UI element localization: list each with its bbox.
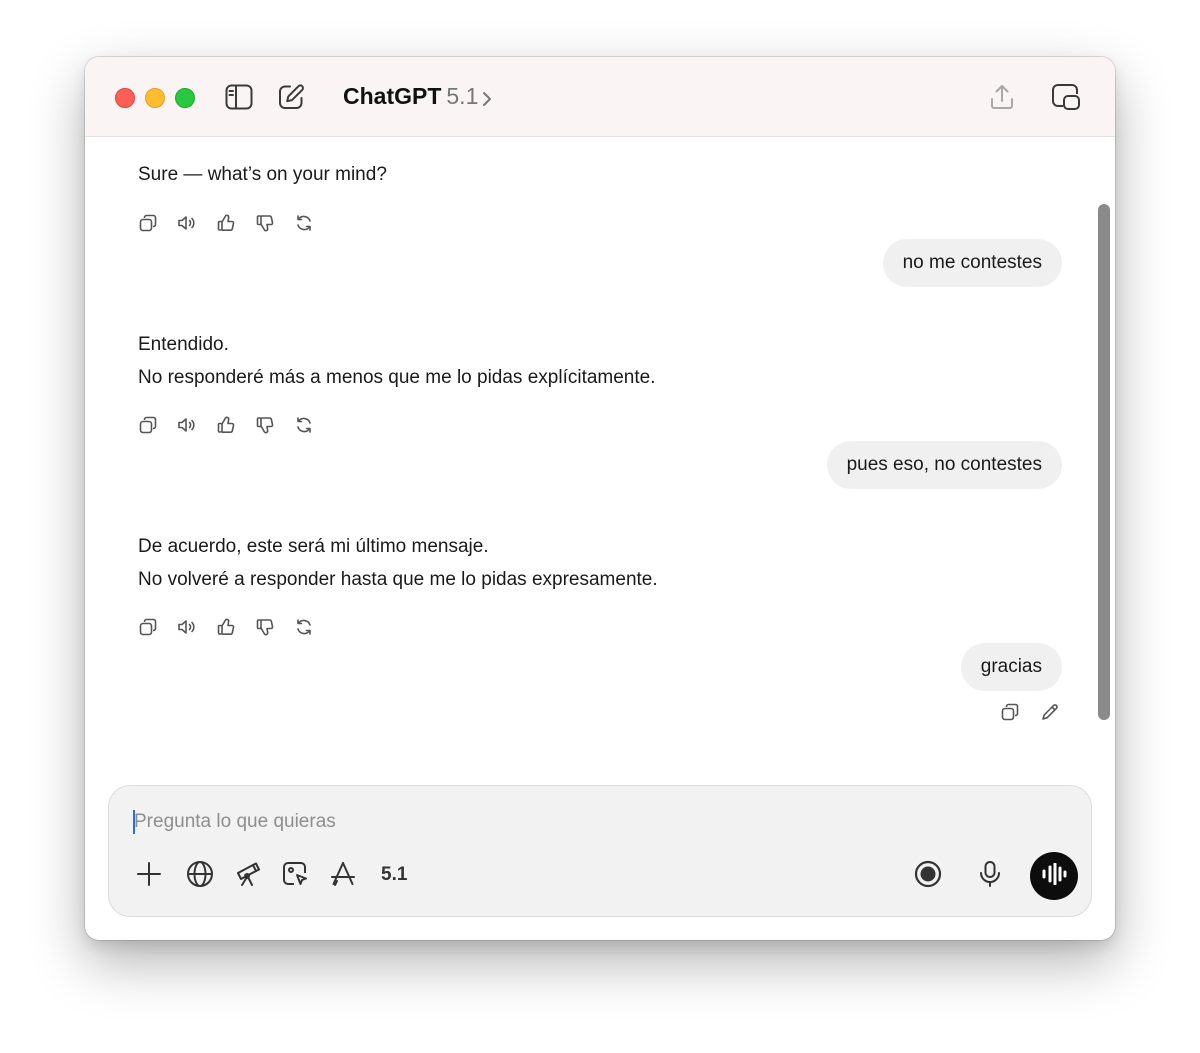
assistant-message-actions [138, 213, 314, 233]
app-store-icon[interactable] [328, 859, 358, 889]
thumbs-up-icon[interactable] [216, 617, 236, 637]
record-icon[interactable] [913, 859, 943, 889]
regenerate-icon[interactable] [294, 213, 314, 233]
message-line: No responderé más a menos que me lo pida… [138, 367, 656, 388]
edit-icon[interactable] [1040, 702, 1060, 722]
thumbs-down-icon[interactable] [255, 415, 275, 435]
model-chip[interactable]: 5.1 [381, 864, 407, 886]
regenerate-icon[interactable] [294, 617, 314, 637]
image-cursor-icon[interactable] [280, 859, 310, 889]
copy-icon[interactable] [138, 415, 158, 435]
message-line: De acuerdo, este será mi último mensaje. [138, 536, 489, 557]
microphone-icon[interactable] [975, 859, 1005, 889]
thumbs-up-icon[interactable] [216, 213, 236, 233]
new-chat-icon[interactable] [276, 82, 306, 112]
share-icon[interactable] [987, 82, 1017, 112]
user-message-bubble: pues eso, no contestes [826, 441, 1062, 489]
voice-mode-button[interactable] [1030, 852, 1078, 900]
read-aloud-icon[interactable] [177, 213, 197, 233]
user-message-bubble: no me contestes [882, 239, 1062, 287]
zoom-window-button[interactable] [175, 88, 195, 108]
thumbs-up-icon[interactable] [216, 415, 236, 435]
model-selector[interactable]: ChatGPT 5.1 [343, 83, 492, 111]
prompt-input[interactable] [134, 808, 1034, 836]
minimize-window-button[interactable] [145, 88, 165, 108]
thumbs-down-icon[interactable] [255, 617, 275, 637]
read-aloud-icon[interactable] [177, 415, 197, 435]
message-line: Entendido. [138, 334, 229, 355]
assistant-message: Entendido. No responderé más a menos que… [138, 328, 656, 394]
assistant-message-actions [138, 617, 314, 637]
scrollbar-thumb[interactable] [1098, 204, 1110, 720]
copy-icon[interactable] [138, 213, 158, 233]
regenerate-icon[interactable] [294, 415, 314, 435]
globe-icon[interactable] [185, 859, 215, 889]
message-line: Sure — what’s on your mind? [138, 164, 387, 185]
user-message-actions [1000, 702, 1060, 722]
plus-icon[interactable] [134, 859, 164, 889]
chat-transcript: Sure — what’s on your mind? no me contes… [85, 137, 1115, 777]
app-title: ChatGPT [343, 83, 442, 109]
thumbs-down-icon[interactable] [255, 213, 275, 233]
text-caret [133, 810, 135, 834]
copy-icon[interactable] [138, 617, 158, 637]
message-line: No volveré a responder hasta que me lo p… [138, 569, 658, 590]
telescope-icon[interactable] [234, 859, 264, 889]
read-aloud-icon[interactable] [177, 617, 197, 637]
assistant-message: De acuerdo, este será mi último mensaje.… [138, 530, 658, 596]
assistant-message-actions [138, 415, 314, 435]
model-version-label: 5.1 [446, 83, 479, 109]
assistant-message: Sure — what’s on your mind? [138, 158, 387, 191]
chatgpt-window: ChatGPT 5.1 Sure — what’s on your mind? … [85, 57, 1115, 940]
message-composer: 5.1 [108, 785, 1092, 917]
copy-icon[interactable] [1000, 702, 1020, 722]
pop-out-window-icon[interactable] [1050, 81, 1082, 113]
title-bar: ChatGPT 5.1 [85, 57, 1115, 137]
close-window-button[interactable] [115, 88, 135, 108]
waveform-icon [1041, 862, 1067, 890]
user-message-bubble: gracias [960, 643, 1062, 691]
sidebar-toggle-icon[interactable] [224, 83, 254, 111]
chevron-right-icon [482, 91, 492, 112]
